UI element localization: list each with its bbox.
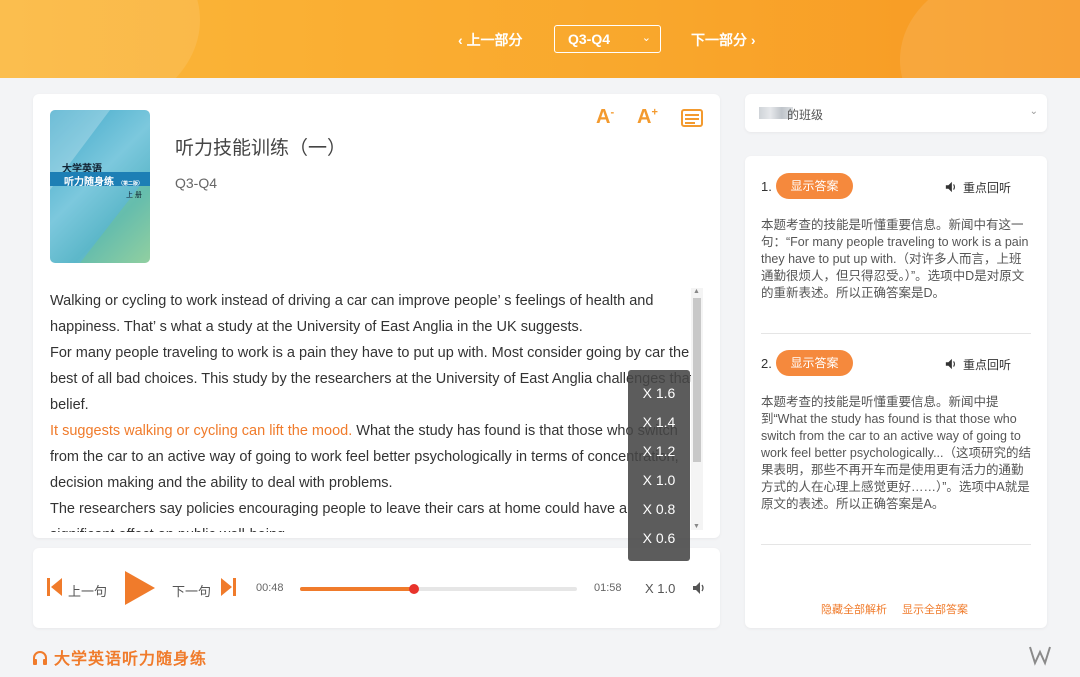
question-number: 1. xyxy=(761,179,772,194)
answer-explanation: 本题考查的技能是听懂重要信息。新闻中有这一句：“For many people … xyxy=(761,218,1029,300)
volume-icon[interactable] xyxy=(692,581,706,595)
skip-forward-icon[interactable] xyxy=(219,576,237,598)
speed-option[interactable]: X 1.4 xyxy=(628,408,690,437)
cover-volume: 上 册 xyxy=(126,192,142,199)
show-all-answers-link[interactable]: 显示全部答案 xyxy=(902,601,968,617)
skip-back-icon[interactable] xyxy=(46,576,64,598)
transcript-paragraph: For many people traveling to work is a p… xyxy=(50,345,694,413)
audio-player: 上一句 下一句 00:48 01:58 X 1.0 xyxy=(33,548,720,628)
transcript-paragraph: Walking or cycling to work instead of dr… xyxy=(50,293,654,335)
section-select[interactable]: Q3-Q4 ⌄ xyxy=(554,25,661,53)
cover-band: 听力随身练 （第二版） xyxy=(50,172,150,188)
top-bar: ‹ 上一部分 Q3-Q4 ⌄ 下一部分 › xyxy=(0,0,1080,78)
brand-name: 大学英语听力随身练 xyxy=(54,651,208,668)
progress-fill xyxy=(300,587,414,591)
next-section-label: 下一部分 xyxy=(691,32,747,48)
scroll-up-icon[interactable]: ▲ xyxy=(693,288,700,295)
decor-circle xyxy=(900,0,1080,78)
speed-option[interactable]: X 1.2 xyxy=(628,437,690,466)
hide-all-explanations-link[interactable]: 隐藏全部解析 xyxy=(821,601,887,617)
transcript-text: Walking or cycling to work instead of dr… xyxy=(50,288,695,532)
class-select[interactable]: 的班级 ⌄ xyxy=(745,94,1047,132)
answers-panel: 1. 显示答案 重点回听 本题考查的技能是听懂重要信息。新闻中有这一句：“For… xyxy=(745,156,1047,628)
brand-logo: 大学英语听力随身练 xyxy=(32,645,207,669)
page-title: 听力技能训练（一） xyxy=(175,138,347,159)
scrollbar-thumb[interactable] xyxy=(693,298,701,462)
speed-option[interactable]: X 0.8 xyxy=(628,495,690,524)
divider xyxy=(761,544,1031,545)
decor-circle xyxy=(0,0,200,78)
play-icon[interactable] xyxy=(123,569,157,607)
question-number: 2. xyxy=(761,356,772,371)
next-section-button[interactable]: 下一部分 › xyxy=(691,30,756,50)
transcript-scrollbar[interactable]: ▲ ▼ xyxy=(691,288,703,530)
speed-menu: X 1.6 X 1.4 X 1.2 X 1.0 X 0.8 X 0.6 xyxy=(628,370,690,561)
total-time: 01:58 xyxy=(594,582,622,594)
prev-section-button[interactable]: ‹ 上一部分 xyxy=(458,30,523,50)
speed-option[interactable]: X 0.6 xyxy=(628,524,690,553)
speaker-icon xyxy=(945,358,955,370)
replay-key-button[interactable]: 重点回听 xyxy=(945,356,1011,373)
progress-knob[interactable] xyxy=(408,584,419,594)
headphones-icon xyxy=(33,651,47,665)
book-cover: 大学英语 听力随身练 （第二版） 上 册 xyxy=(50,110,150,263)
next-sentence-button[interactable]: 下一句 xyxy=(172,581,211,600)
chevron-down-icon: ⌄ xyxy=(641,32,651,44)
scroll-down-icon[interactable]: ▼ xyxy=(693,523,700,530)
font-larger-button[interactable]: A+ xyxy=(637,106,658,129)
font-smaller-button[interactable]: A- xyxy=(596,106,614,129)
transcript-paragraph: The researchers say policies encouraging… xyxy=(50,501,628,532)
answer-explanation: 本题考查的技能是听懂重要信息。新闻中提到“What the study has … xyxy=(761,395,1031,511)
section-select-value: Q3-Q4 xyxy=(568,31,611,47)
show-answer-button[interactable]: 显示答案 xyxy=(776,350,853,376)
highlighted-sentence[interactable]: It suggests walking or cycling can lift … xyxy=(50,423,352,439)
speed-option[interactable]: X 1.6 xyxy=(628,379,690,408)
chevron-right-icon: › xyxy=(750,32,756,48)
show-answer-button[interactable]: 显示答案 xyxy=(776,173,853,199)
current-time: 00:48 xyxy=(256,582,284,594)
page-subtitle: Q3-Q4 xyxy=(175,175,218,191)
transcript-paragraph: It suggests walking or cycling can lift … xyxy=(50,423,679,491)
transcript-toggle-icon[interactable] xyxy=(681,108,703,134)
divider xyxy=(761,333,1031,334)
prev-section-label: 上一部分 xyxy=(466,32,523,48)
class-label: 的班级 xyxy=(787,108,824,122)
prev-sentence-button[interactable]: 上一句 xyxy=(68,581,107,600)
playback-speed-button[interactable]: X 1.0 xyxy=(645,581,675,596)
progress-bar[interactable] xyxy=(300,584,577,594)
lesson-card: 大学英语 听力随身练 （第二版） 上 册 听力技能训练（一） Q3-Q4 A- A… xyxy=(33,94,720,538)
speaker-icon xyxy=(945,181,955,193)
chevron-left-icon: ‹ xyxy=(458,32,463,48)
speed-option[interactable]: X 1.0 xyxy=(628,466,690,495)
replay-key-button[interactable]: 重点回听 xyxy=(945,179,1011,196)
chevron-down-icon: ⌄ xyxy=(1029,106,1038,117)
watermark-logo-icon xyxy=(1029,646,1051,666)
